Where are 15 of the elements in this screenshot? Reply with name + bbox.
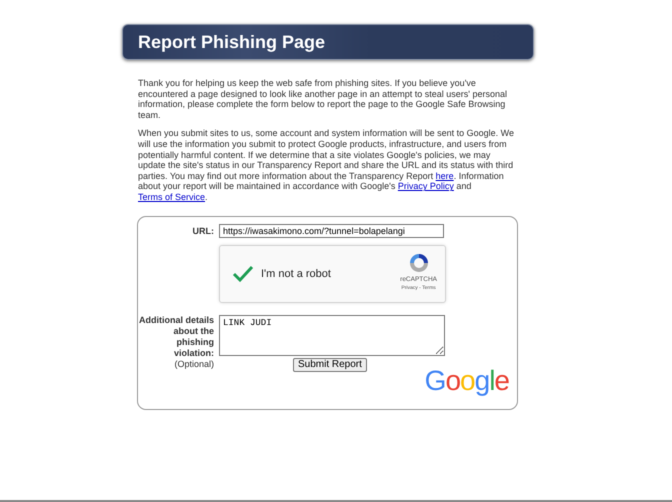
- text-link[interactable]: Privacy Policy: [398, 181, 454, 192]
- details-label: Additional details about the phishing violation:: [138, 314, 214, 359]
- intro-paragraph: When you submit sites to us, some account and system information will be sent to Google. We will use the information you submit to protect Google products, infrastructure, and users from potentially harmful content. If we determine that a site violates Google's policies, we may update the site's status in our Transparency Report and share the URL and its status with third parties. You may find out more information about the Transparency Report here. Information about your report will be maintained in accordance with Google's Privacy Policy and Terms of Service.: [138, 128, 516, 203]
- captcha-label: I'm not a robot: [261, 268, 331, 280]
- url-label: URL:: [192, 224, 214, 238]
- page-title: Report Phishing Page: [122, 24, 534, 60]
- text-link[interactable]: Terms of Service: [138, 192, 206, 202]
- check-icon[interactable]: [232, 264, 254, 283]
- url-input[interactable]: https://iwasakimono.com/?tunnel=bolapelangi: [219, 224, 444, 238]
- submit-button[interactable]: Submit Report: [293, 358, 367, 372]
- optional-note: (Optional): [174, 358, 214, 370]
- text-link[interactable]: here: [436, 170, 454, 181]
- google-logo: Google: [424, 364, 509, 397]
- intro-paragraph: Thank you for helping us keep the web safe from phishing sites. If you believe you've encountered a page designed to look like another page in an attempt to steal users' personal information, please complete the form below to report the page to the Google Safe Browsing team.: [138, 78, 508, 120]
- details-textarea[interactable]: LINK JUDI: [219, 314, 445, 356]
